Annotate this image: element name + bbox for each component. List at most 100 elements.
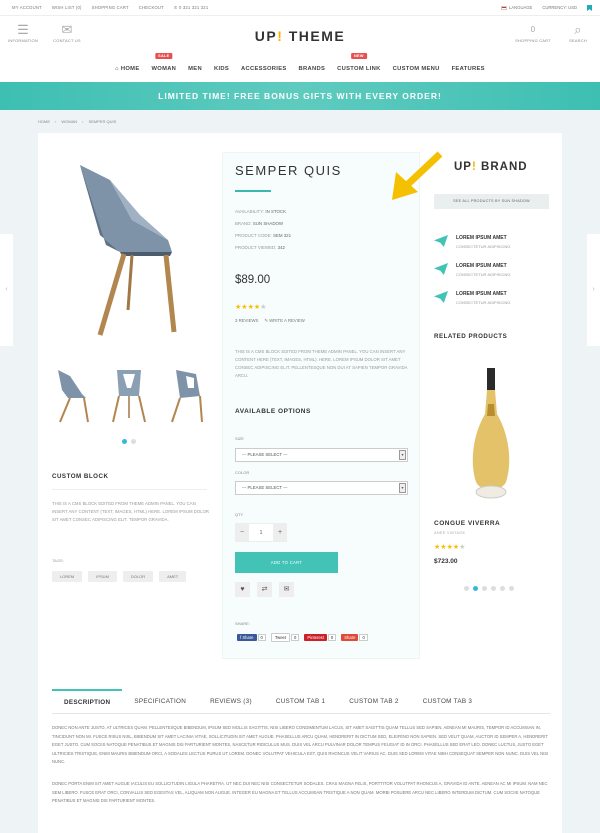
size-select[interactable]: --- PLEASE SELECT --- ▾ xyxy=(235,448,408,462)
add-to-cart-button[interactable]: ADD TO CART xyxy=(235,552,338,573)
carousel-dot[interactable] xyxy=(491,586,496,591)
nav-accessories[interactable]: ACCESSORIES xyxy=(241,66,287,72)
search-button[interactable]: ⌕ SEARCH xyxy=(562,22,594,43)
tag-ipsum[interactable]: IPSUM xyxy=(88,571,117,582)
search-icon: ⌕ xyxy=(574,22,582,37)
facebook-share-label: f Share xyxy=(237,634,257,641)
site-logo[interactable]: UP! THEME xyxy=(0,28,600,44)
promo-banner[interactable]: LIMITED TIME! FREE BONUS GIFTS WITH EVER… xyxy=(0,82,600,110)
pinterest-label: Pinterest xyxy=(304,634,327,641)
tab-specification[interactable]: SPECIFICATION xyxy=(122,689,198,713)
email-icon[interactable]: ✉ xyxy=(279,582,294,597)
title-underline xyxy=(235,190,271,192)
brand-link[interactable]: SUN SHADOW xyxy=(253,221,283,226)
tag-dolor[interactable]: DOLOR xyxy=(122,571,154,582)
gallery-pagination xyxy=(122,439,136,444)
see-all-brand-products-button[interactable]: SEE ALL PRODUCTS BY SUN SHADOW xyxy=(434,194,549,209)
tab-custom-1[interactable]: CUSTOM TAB 1 xyxy=(264,689,337,713)
thumbnail-strip xyxy=(52,366,206,424)
description-paragraph: DONEC PORTA ENIM SIT AMET AUGUE IACULIS … xyxy=(52,781,548,804)
carousel-dot[interactable] xyxy=(482,586,487,591)
carousel-dot-active[interactable] xyxy=(473,586,478,591)
cart-count: 0 xyxy=(530,25,536,34)
related-products-title: RELATED PRODUCTS xyxy=(434,333,508,340)
qty-decrease-button[interactable]: − xyxy=(235,523,249,542)
nav-men[interactable]: MEN xyxy=(188,66,202,72)
nav-brands[interactable]: BRANDS xyxy=(299,66,326,72)
pinterest-button[interactable]: Pinterest 0 xyxy=(304,634,337,641)
share-count: 0 xyxy=(359,634,368,641)
prev-product-arrow[interactable]: ‹ xyxy=(0,234,13,346)
nav-home[interactable]: ⌂ HOME xyxy=(115,66,139,72)
tag-amet[interactable]: AMET xyxy=(159,571,187,582)
qty-increase-button[interactable]: + xyxy=(273,523,287,542)
new-badge: NEW xyxy=(350,53,367,59)
breadcrumb-home[interactable]: HOME xyxy=(38,119,50,124)
share-label: SHARE: xyxy=(235,621,250,626)
thumbnail-2[interactable] xyxy=(109,366,149,424)
site-header: ☰ INFORMATION ✉ CONTACT US UP! THEME 0 S… xyxy=(0,16,600,82)
divider xyxy=(52,489,207,490)
my-account-link[interactable]: MY ACCOUNT xyxy=(12,5,42,10)
google-share-button[interactable]: Share 0 xyxy=(341,634,368,641)
tags-label: TAGS: xyxy=(52,558,64,563)
dropdown-arrow-icon: ▾ xyxy=(399,450,406,460)
color-select[interactable]: --- PLEASE SELECT --- ▾ xyxy=(235,481,408,495)
brand-logo[interactable]: UP! BRAND xyxy=(454,161,528,173)
gallery-dot-active[interactable] xyxy=(122,439,127,444)
feature-item: LOREM IPSUM AMET CONSECTETUR ADIPISCING xyxy=(434,291,510,305)
cart-icon: 0 xyxy=(512,22,554,38)
language-selector[interactable]: LANGUAGE xyxy=(501,5,532,11)
reviews-link[interactable]: 3 REVIEWS xyxy=(235,318,258,324)
custom-block-text: THIS IS A CMS BLOCK EDITED FROM THEME AD… xyxy=(52,501,210,522)
breadcrumb-woman[interactable]: WOMAN xyxy=(61,119,77,124)
checkout-link[interactable]: CHECKOUT xyxy=(139,5,164,10)
product-main-image[interactable] xyxy=(70,160,190,340)
locale-switchers: LANGUAGE CURRENCY: USD xyxy=(501,5,592,11)
product-title: SEMPER QUIS xyxy=(235,163,342,178)
carousel-dot[interactable] xyxy=(509,586,514,591)
product-viewed: PRODUCT VIEWED: 342 xyxy=(235,245,285,250)
tab-description[interactable]: DESCRIPTION xyxy=(52,689,123,713)
nav-features[interactable]: FEATURES xyxy=(452,66,485,72)
currency-selector[interactable]: CURRENCY: USD xyxy=(542,5,577,11)
share-buttons: f Share 0 Tweet 0 Pinterest 0 Share 0 xyxy=(237,633,368,642)
code-value: SEM 321 xyxy=(273,233,292,238)
availability: AVAILABILITY: IN STOCK xyxy=(235,209,286,214)
qty-input[interactable]: 1 xyxy=(249,523,273,542)
product-actions: ♥ ⇄ ✉ xyxy=(235,582,294,597)
carousel-dot[interactable] xyxy=(464,586,469,591)
share-count: 0 xyxy=(327,634,337,641)
wish-list-link[interactable]: WISH LIST (0) xyxy=(52,5,82,10)
sale-badge: SALE xyxy=(155,53,173,59)
main-nav: ⌂ HOME SALE WOMAN MEN KIDS ACCESSORIES BR… xyxy=(0,53,600,72)
tab-reviews[interactable]: REVIEWS (3) xyxy=(198,689,264,713)
thumbnail-1[interactable] xyxy=(52,366,92,424)
carousel-dot[interactable] xyxy=(500,586,505,591)
product-price: $89.00 xyxy=(235,274,271,286)
paper-plane-icon xyxy=(434,263,448,275)
facebook-share-button[interactable]: f Share 0 xyxy=(237,634,266,641)
write-review-link[interactable]: ✎ WRITE A REVIEW xyxy=(264,318,304,324)
nav-home-label: HOME xyxy=(120,66,140,72)
gallery-dot[interactable] xyxy=(131,439,136,444)
shopping-cart-link[interactable]: SHOPPING CART xyxy=(92,5,129,10)
nav-custom-link[interactable]: NEW CUSTOM LINK xyxy=(337,53,380,72)
related-product-name[interactable]: CONGUE VIVERRA xyxy=(434,520,500,527)
size-select-value: --- PLEASE SELECT --- xyxy=(242,452,288,457)
thumbnail-3[interactable] xyxy=(166,366,206,424)
nav-woman[interactable]: SALE WOMAN xyxy=(151,53,176,72)
feature-item: LOREM IPSUM AMET CONSECTETUR ADIPISCING xyxy=(434,235,510,249)
next-product-arrow[interactable]: › xyxy=(587,234,600,346)
tag-lorem[interactable]: LOREM xyxy=(52,571,83,582)
tab-custom-3[interactable]: CUSTOM TAB 3 xyxy=(411,689,484,713)
twitter-tweet-button[interactable]: Tweet 0 xyxy=(270,633,300,642)
related-product-image[interactable] xyxy=(466,364,516,504)
nav-custom-menu[interactable]: CUSTOM MENU xyxy=(393,66,440,72)
tab-custom-2[interactable]: CUSTOM TAB 2 xyxy=(337,689,410,713)
compare-icon[interactable]: ⇄ xyxy=(257,582,272,597)
shopping-cart-button[interactable]: 0 SHOPPING CART xyxy=(512,22,554,43)
nav-kids[interactable]: KIDS xyxy=(214,66,229,72)
bookmark-icon[interactable] xyxy=(587,5,592,11)
wishlist-heart-icon[interactable]: ♥ xyxy=(235,582,250,597)
